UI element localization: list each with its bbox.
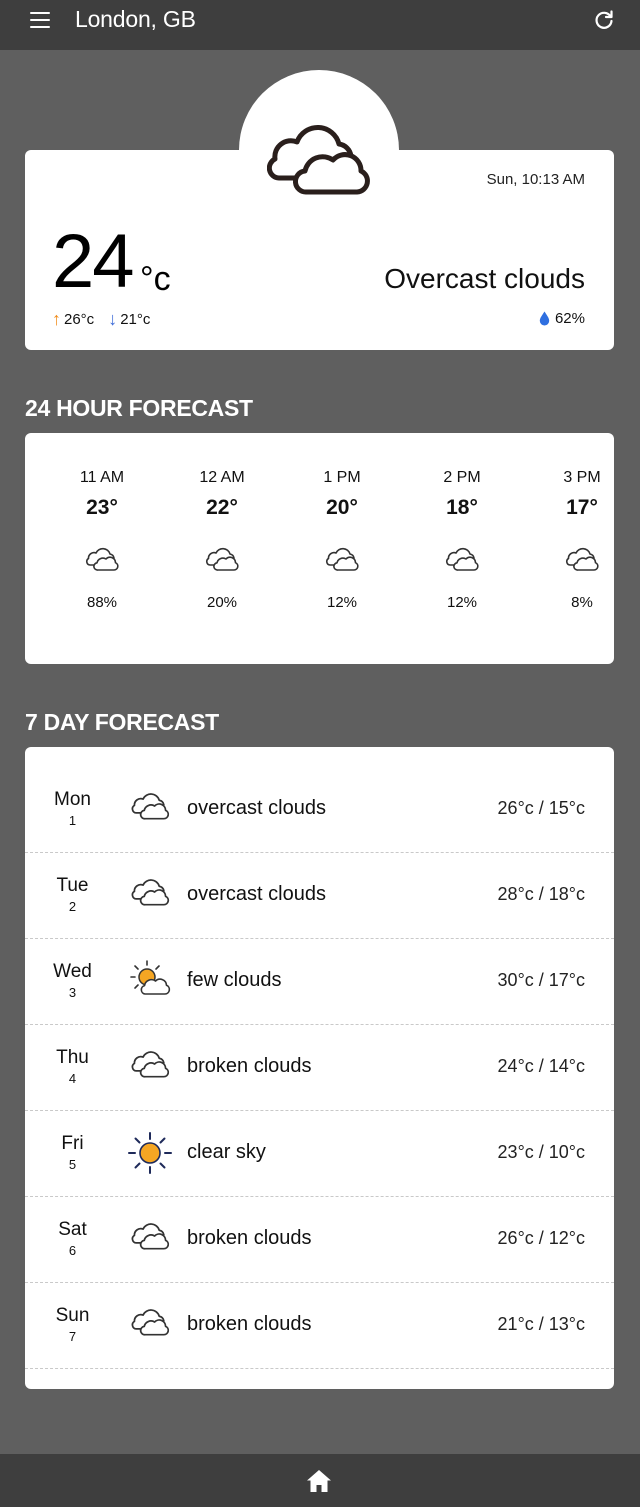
hour-temp: 22° <box>206 496 238 519</box>
day-description: overcast clouds <box>187 883 326 905</box>
cloud-icon <box>86 547 119 571</box>
cloud-icon <box>131 1309 170 1336</box>
daily-row[interactable]: Fri 5 clear sky 23°c / 10°c <box>25 1111 614 1197</box>
hourly-forecast-title: 24 HOUR FORECAST <box>25 395 253 421</box>
day-name: Wed <box>53 961 92 982</box>
cloud-icon <box>566 547 599 571</box>
sun-icon <box>128 1132 172 1174</box>
daily-row[interactable]: Tue 2 overcast clouds 28°c / 18°c <box>25 853 614 939</box>
hourly-forecast-card: 11 AM 23° 88% 12 AM 22° 20% 1 PM 20° 12%… <box>25 433 614 664</box>
cloud-icon <box>446 547 479 571</box>
arrow-up-icon: ↑ <box>52 309 61 329</box>
refresh-icon[interactable] <box>592 8 616 32</box>
day-name: Mon <box>54 789 91 810</box>
hour-temp: 17° <box>566 496 598 519</box>
cloud-icon <box>131 1223 170 1250</box>
hour-temp: 18° <box>446 496 478 519</box>
current-temperature: 24 <box>52 219 135 304</box>
hour-time: 1 PM <box>323 469 361 486</box>
day-name: Sun <box>55 1305 90 1326</box>
day-date: 3 <box>68 985 77 1000</box>
day-name: Thu <box>56 1047 89 1068</box>
hour-precipitation: 20% <box>206 594 238 611</box>
day-temp-range: 21°c / 13°c <box>497 1314 585 1334</box>
weather-description: Overcast clouds <box>384 263 585 294</box>
day-date: 1 <box>68 813 77 828</box>
day-date: 5 <box>68 1157 77 1172</box>
day-description: broken clouds <box>187 1055 312 1077</box>
daily-forecast-card: Mon 1 overcast clouds 26°c / 15°c Tue 2 … <box>25 747 614 1389</box>
hour-precipitation: 8% <box>571 594 593 611</box>
day-temp-range: 30°c / 17°c <box>497 970 585 990</box>
day-description: few clouds <box>187 969 282 991</box>
bottom-nav-bar <box>0 1454 640 1507</box>
hamburger-menu-icon[interactable] <box>30 11 50 29</box>
hourly-item: 11 AM 23° 88% <box>42 469 162 611</box>
top-app-bar: London, GB <box>0 0 640 50</box>
daily-row[interactable]: Wed 3 few clouds 30°c / 17°c <box>25 939 614 1025</box>
cloud-icon <box>131 1051 170 1078</box>
hour-temp: 23° <box>86 496 118 519</box>
cloud-icon <box>131 879 170 906</box>
day-description: clear sky <box>187 1141 266 1163</box>
day-temp-range: 28°c / 18°c <box>497 884 585 904</box>
cloud-icon <box>326 547 359 571</box>
day-date: 6 <box>68 1243 77 1258</box>
day-name: Tue <box>56 875 89 896</box>
hour-time: 11 AM <box>79 469 125 486</box>
day-temp-range: 26°c / 12°c <box>497 1228 585 1248</box>
day-date: 4 <box>68 1071 77 1086</box>
hour-precipitation: 88% <box>86 594 118 611</box>
cloud-icon <box>131 793 170 820</box>
day-temp-range: 24°c / 14°c <box>497 1056 585 1076</box>
hour-precipitation: 12% <box>326 594 358 611</box>
daily-row[interactable]: Sun 7 broken clouds 21°c / 13°c <box>25 1283 614 1369</box>
cloud-icon <box>206 547 239 571</box>
day-temp-range: 23°c / 10°c <box>497 1142 585 1162</box>
day-description: overcast clouds <box>187 797 326 819</box>
hour-precipitation: 12% <box>446 594 478 611</box>
daily-row[interactable]: Thu 4 broken clouds 24°c / 14°c <box>25 1025 614 1111</box>
daily-forecast-title: 7 DAY FORECAST <box>25 709 219 735</box>
current-weather-card: Sun, 10:13 AM 24 °c ↑ 26°c ↓ 21°c Overca… <box>25 150 614 350</box>
current-datetime: Sun, 10:13 AM <box>486 171 585 188</box>
arrow-down-icon: ↓ <box>108 309 118 329</box>
hour-time: 2 PM <box>443 469 481 486</box>
home-icon[interactable] <box>305 1468 333 1494</box>
day-name: Sat <box>58 1219 87 1240</box>
temperature-unit: °c <box>140 260 171 298</box>
low-temperature: 21°c <box>120 310 151 328</box>
hour-time: 12 AM <box>199 469 245 486</box>
sun-cloud-icon <box>130 960 171 995</box>
high-low-temperatures: ↑ 26°c ↓ 21°c <box>52 310 150 328</box>
day-temp-range: 26°c / 15°c <box>497 798 585 818</box>
hourly-item: 2 PM 18° 12% <box>402 469 522 611</box>
humidity-value: 62% <box>554 310 585 327</box>
daily-row[interactable]: Sat 6 broken clouds 26°c / 12°c <box>25 1197 614 1283</box>
location-title: London, GB <box>75 6 196 32</box>
humidity: 62% <box>539 310 585 327</box>
high-temperature: 26°c <box>64 310 95 328</box>
hour-temp: 20° <box>326 496 358 519</box>
hourly-item: 3 PM 17° 8% <box>522 469 614 611</box>
day-date: 2 <box>68 899 77 914</box>
hour-time: 3 PM <box>563 469 601 486</box>
day-name: Fri <box>61 1133 84 1154</box>
water-drop-icon <box>539 311 550 326</box>
day-description: broken clouds <box>187 1227 312 1249</box>
hourly-item: 1 PM 20° 12% <box>282 469 402 611</box>
day-description: broken clouds <box>187 1313 312 1335</box>
hourly-item: 12 AM 22° 20% <box>162 469 282 611</box>
daily-row[interactable]: Mon 1 overcast clouds 26°c / 15°c <box>25 767 614 853</box>
day-date: 7 <box>68 1329 77 1344</box>
